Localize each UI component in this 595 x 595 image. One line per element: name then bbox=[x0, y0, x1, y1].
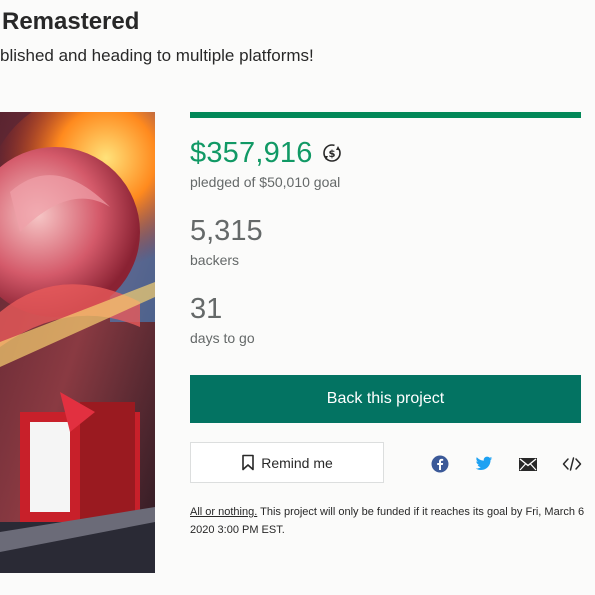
remind-me-label: Remind me bbox=[261, 454, 333, 471]
backers-count: 5,315 bbox=[190, 215, 263, 247]
pledged-amount: $357,916 bbox=[190, 137, 313, 169]
project-blurb: blished and heading to multiple platform… bbox=[0, 46, 314, 65]
bookmark-icon bbox=[242, 454, 255, 471]
backers-label: backers bbox=[190, 252, 240, 268]
funding-terms-note: All or nothing. This project will only b… bbox=[190, 503, 585, 539]
currency-conversion-icon[interactable]: $ bbox=[321, 142, 343, 164]
back-this-project-button[interactable]: Back this project bbox=[190, 375, 581, 423]
days-to-go-count: 31 bbox=[190, 293, 223, 325]
pledged-row: $357,916 $ bbox=[190, 136, 343, 170]
funding-progress-fill bbox=[190, 112, 581, 118]
facebook-icon[interactable] bbox=[430, 454, 450, 474]
email-icon[interactable] bbox=[518, 454, 538, 474]
funding-progress-bar bbox=[190, 112, 581, 118]
project-title: Remastered bbox=[2, 8, 140, 35]
project-hero-image[interactable] bbox=[0, 112, 155, 573]
pledged-label: pledged of $50,010 goal bbox=[190, 174, 341, 190]
embed-icon[interactable] bbox=[562, 454, 582, 474]
days-to-go-label: days to go bbox=[190, 330, 255, 346]
all-or-nothing-link[interactable]: All or nothing. bbox=[190, 506, 257, 518]
remind-me-button[interactable]: Remind me bbox=[190, 442, 384, 483]
twitter-icon[interactable] bbox=[474, 454, 494, 474]
svg-text:$: $ bbox=[328, 149, 335, 160]
hero-artwork bbox=[0, 112, 155, 573]
